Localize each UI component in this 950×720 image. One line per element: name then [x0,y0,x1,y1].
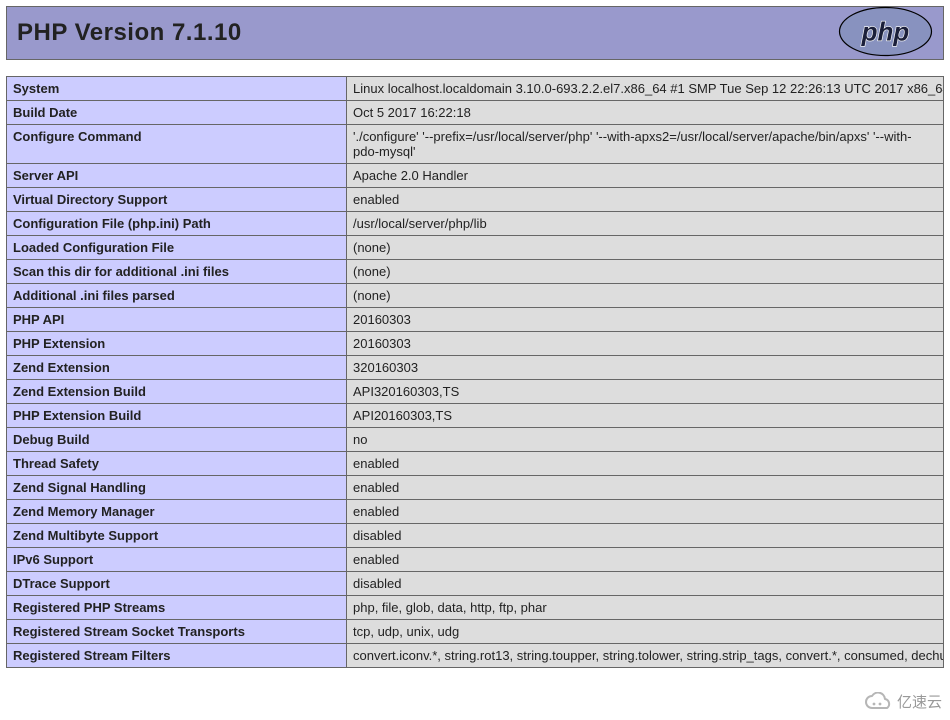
config-key: Server API [7,164,347,188]
config-value: php, file, glob, data, http, ftp, phar [347,596,944,620]
table-row: PHP Extension20160303 [7,332,944,356]
config-key: Registered Stream Filters [7,644,347,668]
config-key: Additional .ini files parsed [7,284,347,308]
config-value: 20160303 [347,332,944,356]
config-value: (none) [347,236,944,260]
table-row: Build DateOct 5 2017 16:22:18 [7,101,944,125]
config-value: enabled [347,500,944,524]
config-value: enabled [347,452,944,476]
config-value: enabled [347,476,944,500]
table-row: Additional .ini files parsed(none) [7,284,944,308]
config-key: Virtual Directory Support [7,188,347,212]
watermark: 亿速云 [863,691,942,712]
table-row: Registered Stream Filtersconvert.iconv.*… [7,644,944,668]
config-key: Configure Command [7,125,347,164]
config-value: tcp, udp, unix, udg [347,620,944,644]
config-key: PHP API [7,308,347,332]
table-row: Registered Stream Socket Transportstcp, … [7,620,944,644]
table-row: PHP Extension BuildAPI20160303,TS [7,404,944,428]
config-value: (none) [347,260,944,284]
config-value: API320160303,TS [347,380,944,404]
table-row: Server APIApache 2.0 Handler [7,164,944,188]
config-value: /usr/local/server/php/lib [347,212,944,236]
config-key: PHP Extension Build [7,404,347,428]
config-value: disabled [347,524,944,548]
config-key: PHP Extension [7,332,347,356]
config-value: Linux localhost.localdomain 3.10.0-693.2… [347,77,944,101]
table-row: Configure Command'./configure' '--prefix… [7,125,944,164]
table-row: Virtual Directory Supportenabled [7,188,944,212]
phpinfo-header: PHP Version 7.1.10 php [6,6,944,60]
config-key: Loaded Configuration File [7,236,347,260]
config-key: Zend Extension Build [7,380,347,404]
config-key: DTrace Support [7,572,347,596]
table-row: DTrace Supportdisabled [7,572,944,596]
table-row: Zend Signal Handlingenabled [7,476,944,500]
table-row: Scan this dir for additional .ini files(… [7,260,944,284]
php-logo-icon: php [838,7,933,60]
config-key: Zend Multibyte Support [7,524,347,548]
table-row: IPv6 Supportenabled [7,548,944,572]
config-value: (none) [347,284,944,308]
config-key: Thread Safety [7,452,347,476]
config-value: API20160303,TS [347,404,944,428]
config-value: Apache 2.0 Handler [347,164,944,188]
table-row: Zend Extension BuildAPI320160303,TS [7,380,944,404]
table-row: Loaded Configuration File(none) [7,236,944,260]
config-key: Registered Stream Socket Transports [7,620,347,644]
config-value: Oct 5 2017 16:22:18 [347,101,944,125]
config-value: enabled [347,548,944,572]
table-row: Configuration File (php.ini) Path/usr/lo… [7,212,944,236]
config-key: Zend Signal Handling [7,476,347,500]
config-value: disabled [347,572,944,596]
table-row: Zend Extension320160303 [7,356,944,380]
table-row: Zend Memory Managerenabled [7,500,944,524]
config-value: no [347,428,944,452]
table-row: Zend Multibyte Supportdisabled [7,524,944,548]
table-row: SystemLinux localhost.localdomain 3.10.0… [7,77,944,101]
config-key: Scan this dir for additional .ini files [7,260,347,284]
table-row: Thread Safetyenabled [7,452,944,476]
config-key: System [7,77,347,101]
config-value: convert.iconv.*, string.rot13, string.to… [347,644,944,668]
config-key: Zend Memory Manager [7,500,347,524]
svg-text:php: php [861,17,910,47]
table-row: Registered PHP Streamsphp, file, glob, d… [7,596,944,620]
table-row: Debug Buildno [7,428,944,452]
config-key: IPv6 Support [7,548,347,572]
config-value: 20160303 [347,308,944,332]
config-key: Zend Extension [7,356,347,380]
config-key: Debug Build [7,428,347,452]
cloud-icon [863,692,893,712]
config-value: './configure' '--prefix=/usr/local/serve… [347,125,944,164]
config-value: 320160303 [347,356,944,380]
config-value: enabled [347,188,944,212]
config-key: Build Date [7,101,347,125]
watermark-text: 亿速云 [897,691,942,712]
phpinfo-table: SystemLinux localhost.localdomain 3.10.0… [6,76,944,668]
page-title: PHP Version 7.1.10 [17,19,933,47]
config-key: Configuration File (php.ini) Path [7,212,347,236]
table-row: PHP API20160303 [7,308,944,332]
config-key: Registered PHP Streams [7,596,347,620]
